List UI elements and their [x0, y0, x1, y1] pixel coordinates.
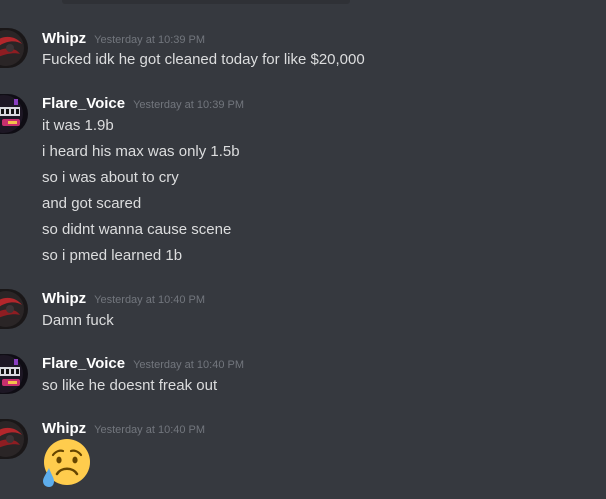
- message-text: Damn fuck: [42, 312, 114, 329]
- message-text: i heard his max was only 1.5b: [42, 143, 240, 160]
- timestamp: Yesterday at 10:39 PM: [133, 99, 244, 111]
- avatar[interactable]: [0, 354, 28, 394]
- message-text: Fucked idk he got cleaned today for like…: [42, 51, 365, 68]
- timestamp: Yesterday at 10:40 PM: [133, 359, 244, 371]
- chat-messages: Whipz Yesterday at 10:39 PM Fucked idk h…: [0, 0, 606, 499]
- previous-embed-edge: [62, 0, 350, 4]
- username[interactable]: Flare_Voice: [42, 355, 125, 372]
- avatar[interactable]: [0, 419, 28, 459]
- timestamp: Yesterday at 10:40 PM: [94, 294, 206, 306]
- flare-voice-avatar-image: [0, 354, 28, 394]
- message-text: so like he doesnt freak out: [42, 377, 218, 394]
- flare-voice-avatar-image: [0, 94, 28, 134]
- whipz-avatar-image: [0, 289, 28, 329]
- avatar[interactable]: [0, 28, 28, 68]
- whipz-avatar-image: [0, 419, 28, 459]
- timestamp: Yesterday at 10:40 PM: [94, 424, 206, 436]
- sad-but-relieved-face-emoji[interactable]: [41, 438, 91, 488]
- username[interactable]: Whipz: [42, 290, 86, 307]
- message-text: so didnt wanna cause scene: [42, 221, 232, 238]
- message-text: so i pmed learned 1b: [42, 247, 183, 264]
- avatar[interactable]: [0, 289, 28, 329]
- username[interactable]: Whipz: [42, 30, 86, 47]
- message-text: and got scared: [42, 195, 142, 212]
- username[interactable]: Whipz: [42, 420, 86, 437]
- message-text: it was 1.9b: [42, 117, 114, 134]
- avatar[interactable]: [0, 94, 28, 134]
- whipz-avatar-image: [0, 28, 28, 68]
- timestamp: Yesterday at 10:39 PM: [94, 34, 206, 46]
- username[interactable]: Flare_Voice: [42, 95, 125, 112]
- message-text: so i was about to cry: [42, 169, 179, 186]
